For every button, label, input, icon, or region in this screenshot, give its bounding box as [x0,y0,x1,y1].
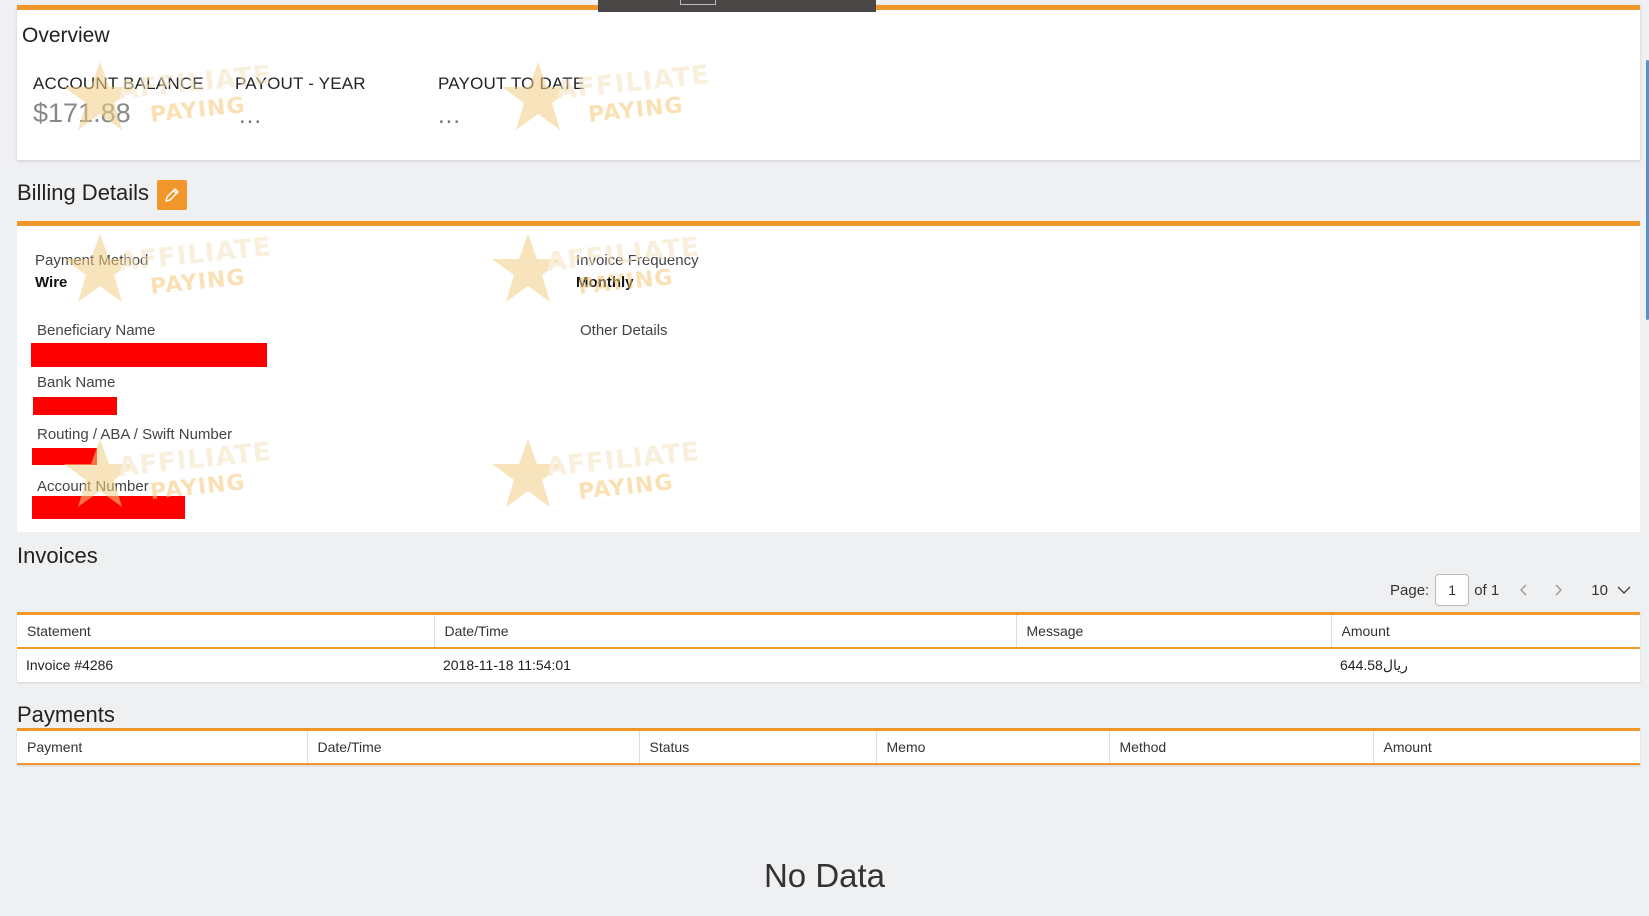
account-number-redacted [32,496,185,519]
top-drag-handle[interactable] [598,0,876,12]
beneficiary-name-label: Beneficiary Name [37,322,156,339]
other-details-label: Other Details [580,322,668,339]
column-header-payment[interactable]: Payment [17,728,308,765]
next-page-button[interactable] [1553,583,1567,597]
overview-card: Overview ACCOUNT BALANCE $171.88 PAYOUT … [17,5,1640,160]
payout-year-label: PAYOUT - YEAR [235,74,366,93]
payout-to-date-value: ... [438,102,462,129]
column-header-statement[interactable]: Statement [17,612,435,649]
bank-name-label: Bank Name [37,374,116,391]
column-header-amount[interactable]: Amount [1331,612,1640,649]
per-page-value: 10 [1591,581,1608,599]
account-number-label: Account Number [37,478,149,495]
beneficiary-name-redacted [31,343,267,367]
billing-card: Payment Method Wire Invoice Frequency Mo… [17,221,1640,532]
chevron-left-icon [1520,584,1527,596]
payout-year-value: ... [239,102,263,129]
column-header-method[interactable]: Method [1109,728,1374,765]
edit-billing-button[interactable] [157,180,187,210]
invoice-frequency-label: Invoice Frequency [576,252,699,269]
page-label: Page: [1390,581,1430,599]
column-header-payment-datetime[interactable]: Date/Time [307,728,640,765]
invoice-frequency-value: Monthly [576,274,634,291]
per-page-select[interactable]: 10 [1591,582,1632,599]
routing-number-label: Routing / ABA / Swift Number [37,426,233,443]
payments-header-row: Payment Date/Time Status Memo Method Amo… [17,728,1640,765]
bank-name-redacted [33,397,117,415]
overview-title: Overview [22,24,110,47]
chevron-right-icon [1555,584,1563,596]
column-header-status[interactable]: Status [639,728,877,765]
invoices-header-row: Statement Date/Time Message Amount [17,612,1640,649]
pencil-icon [165,188,179,202]
payout-to-date-label: PAYOUT TO DATE [438,74,585,93]
invoice-datetime: 2018-11-18 11:54:01 [443,657,571,673]
account-balance-label: ACCOUNT BALANCE [33,74,204,93]
invoices-pager: Page: of 1 10 [1390,574,1632,606]
payment-method-label: Payment Method [35,252,149,269]
page-count: of 1 [1474,581,1500,599]
prev-page-button[interactable] [1519,583,1533,597]
payment-method-value: Wire [35,274,68,291]
payments-title: Payments [17,702,115,727]
no-data-message: No Data [763,857,886,894]
invoices-table: Statement Date/Time Message Amount Invoi… [17,612,1640,682]
invoice-amount: 644.58ريال [1340,656,1408,673]
invoice-message [1016,648,1331,682]
account-balance-value: $171.88 [33,98,131,128]
column-header-datetime[interactable]: Date/Time [434,612,1017,649]
handle-slot [680,0,716,5]
routing-number-redacted [32,448,97,465]
column-header-payment-amount[interactable]: Amount [1373,728,1640,765]
billing-details-title: Billing Details [17,180,150,205]
page-number-input[interactable] [1435,574,1470,606]
column-header-message[interactable]: Message [1016,612,1332,649]
chevron-down-icon [1617,586,1631,594]
invoice-statement[interactable]: Invoice #4286 [17,648,434,682]
invoices-title: Invoices [17,543,98,568]
payments-table: Payment Date/Time Status Memo Method Amo… [17,728,1640,765]
column-header-memo[interactable]: Memo [876,728,1110,765]
table-row[interactable]: Invoice #4286 2018-11-18 11:54:01 644.58… [17,648,1640,682]
